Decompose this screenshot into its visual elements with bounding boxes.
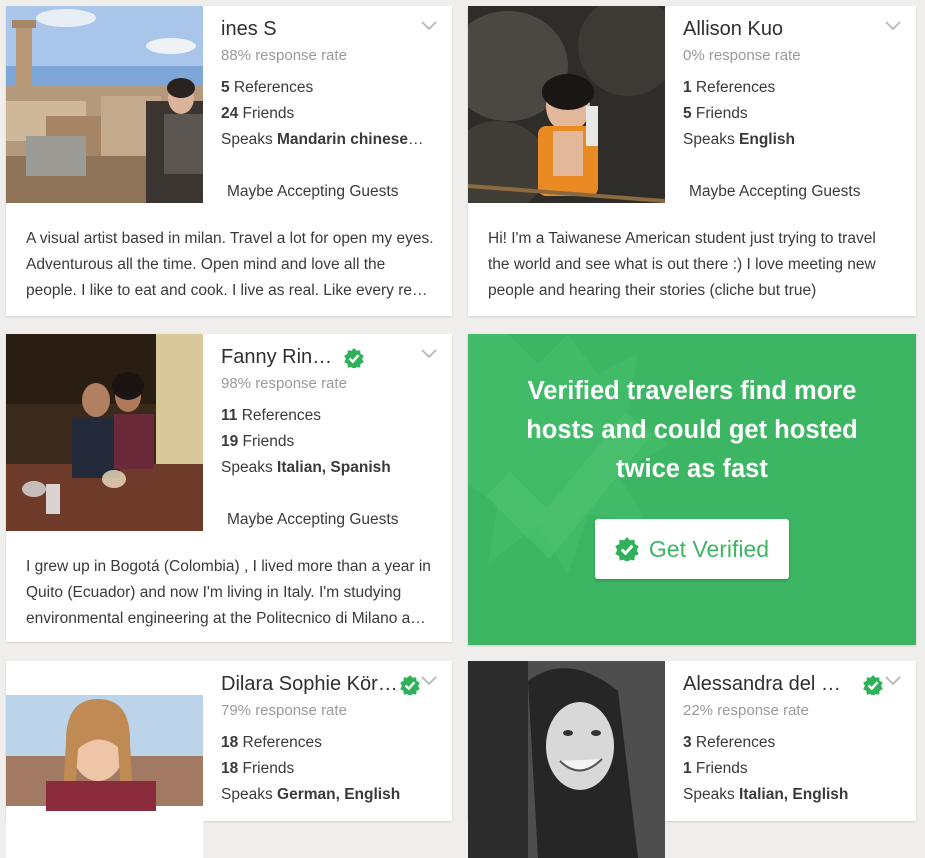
hosting-status: Maybe Accepting Guests xyxy=(227,183,399,200)
verification-promo: Verified travelers find more hosts and c… xyxy=(468,334,916,645)
verified-badge-icon xyxy=(615,537,639,561)
member-card[interactable]: ines S 88% response rate 5 References 24… xyxy=(6,6,452,316)
verified-badge-icon xyxy=(344,348,364,368)
member-photo[interactable] xyxy=(6,334,203,531)
references-count: 3 References xyxy=(683,734,776,751)
member-card[interactable]: Fanny Rincón 98% response rate 11 Refere… xyxy=(6,334,452,642)
response-rate: 98% response rate xyxy=(221,375,347,392)
member-card[interactable]: Dilara Sophie Körtge 79% response rate 1… xyxy=(6,661,452,858)
member-name[interactable]: Dilara Sophie Körtge xyxy=(221,673,398,696)
languages-spoken: Speaks Mandarin chinese, ... xyxy=(221,131,426,148)
friends-count: 24 Friends xyxy=(221,105,295,122)
references-count: 1 References xyxy=(683,79,776,96)
member-photo[interactable] xyxy=(6,6,203,203)
friends-count: 19 Friends xyxy=(221,433,295,450)
member-card[interactable]: Alessandra del Fonte 22% response rate 3… xyxy=(468,661,916,858)
chevron-down-icon[interactable] xyxy=(884,675,902,687)
about-text: I grew up in Bogotá (Colombia) , I lived… xyxy=(26,558,431,627)
response-rate: 0% response rate xyxy=(683,47,801,64)
chevron-down-icon[interactable] xyxy=(420,20,438,32)
get-verified-label: Get Verified xyxy=(648,535,770,562)
about-text: Hi! I'm a Taiwanese American student jus… xyxy=(488,230,876,299)
chevron-down-icon[interactable] xyxy=(884,20,902,32)
languages-spoken: Speaks English xyxy=(683,131,795,148)
promo-title: Verified travelers find more hosts and c… xyxy=(526,377,858,483)
member-photo[interactable] xyxy=(468,6,665,203)
languages-spoken: Speaks Italian, Spanish xyxy=(221,459,391,476)
friends-count: 5 Friends xyxy=(683,105,748,122)
member-name[interactable]: ines S xyxy=(221,18,277,41)
friends-count: 18 Friends xyxy=(221,760,295,777)
languages-spoken: Speaks German, English xyxy=(221,786,401,803)
verified-badge-icon xyxy=(863,675,883,695)
hosting-status: Maybe Accepting Guests xyxy=(689,183,861,200)
references-count: 11 References xyxy=(221,407,321,424)
verified-badge-icon xyxy=(400,675,420,695)
member-card[interactable]: Allison Kuo 0% response rate 1 Reference… xyxy=(468,6,916,316)
references-count: 5 References xyxy=(221,79,314,96)
chevron-down-icon[interactable] xyxy=(420,348,438,360)
member-name[interactable]: Alessandra del Fonte xyxy=(683,673,853,696)
member-name[interactable]: Fanny Rincón xyxy=(221,346,341,369)
response-rate: 22% response rate xyxy=(683,702,809,719)
friends-count: 1 Friends xyxy=(683,760,748,777)
hosting-status: Maybe Accepting Guests xyxy=(227,511,399,528)
chevron-down-icon[interactable] xyxy=(420,675,438,687)
references-count: 18 References xyxy=(221,734,322,751)
languages-spoken: Speaks Italian, English xyxy=(683,786,849,803)
member-photo[interactable] xyxy=(6,661,203,858)
about-text: A visual artist based in milan. Travel a… xyxy=(26,230,434,299)
get-verified-button[interactable]: Get Verified xyxy=(595,519,789,579)
response-rate: 88% response rate xyxy=(221,47,347,64)
member-photo[interactable] xyxy=(468,661,665,858)
member-name[interactable]: Allison Kuo xyxy=(683,18,783,41)
response-rate: 79% response rate xyxy=(221,702,347,719)
